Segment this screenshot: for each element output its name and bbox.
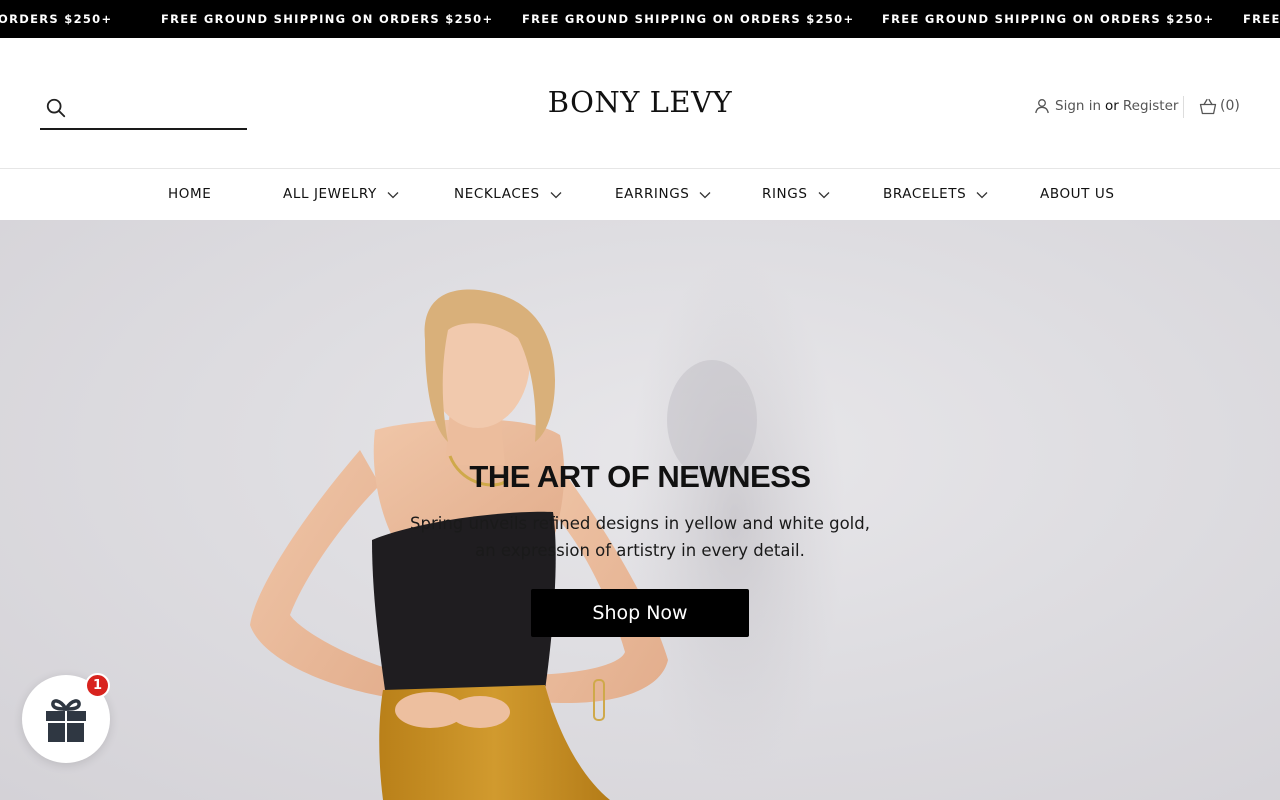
nav-item-label: EARRINGS	[615, 186, 690, 202]
nav-item-label: ABOUT US	[1040, 186, 1115, 202]
account-links: Sign in or Register	[1034, 96, 1178, 116]
cart-count: (0)	[1220, 98, 1240, 114]
register-link[interactable]: Register	[1123, 98, 1179, 114]
nav-item-all-jewelry[interactable]: ALL JEWELRY	[283, 185, 399, 203]
announcement-bar: ORDERS $250+ FREE GROUND SHIPPING ON ORD…	[0, 0, 1280, 38]
announcement-text: FREE	[1243, 12, 1280, 26]
hero-subtitle: Spring unveils refined designs in yellow…	[340, 510, 940, 564]
announcement-text: FREE GROUND SHIPPING ON ORDERS $250+	[161, 12, 494, 26]
cart-button[interactable]: (0)	[1199, 96, 1240, 116]
header-divider	[1183, 96, 1184, 118]
search-input[interactable]	[76, 94, 241, 124]
nav-item-earrings[interactable]: EARRINGS	[615, 185, 711, 203]
chevron-down-icon	[818, 192, 829, 199]
or-text: or	[1105, 98, 1119, 114]
shopping-basket-icon	[1199, 98, 1217, 114]
notification-badge: 1	[85, 673, 110, 698]
nav-item-label: HOME	[168, 186, 212, 202]
nav-item-necklaces[interactable]: NECKLACES	[454, 185, 562, 203]
shop-now-button[interactable]: Shop Now	[531, 589, 749, 637]
nav-item-bracelets[interactable]: BRACELETS	[883, 185, 988, 203]
site-logo[interactable]: BONY LEVY	[500, 84, 780, 120]
nav-item-label: ALL JEWELRY	[283, 186, 377, 202]
user-icon	[1035, 99, 1049, 114]
hero-subtitle-line: Spring unveils refined designs in yellow…	[410, 514, 870, 533]
nav-item-label: RINGS	[762, 186, 808, 202]
hero-subtitle-line: an expression of artistry in every detai…	[475, 541, 805, 560]
gift-icon	[46, 699, 86, 742]
hero-title: THE ART OF NEWNESS	[469, 459, 811, 494]
announcement-text: ORDERS $250+	[0, 12, 113, 26]
chevron-down-icon	[387, 192, 399, 199]
chevron-down-icon	[699, 192, 711, 199]
search-icon[interactable]	[45, 97, 67, 119]
chevron-down-icon	[976, 192, 988, 199]
hero-banner: THE ART OF NEWNESS Spring unveils refine…	[0, 220, 1280, 800]
nav-item-home[interactable]: HOME	[168, 185, 211, 203]
announcement-text: FREE GROUND SHIPPING ON ORDERS $250+	[882, 12, 1215, 26]
search-box[interactable]	[40, 90, 247, 130]
nav-item-about-us[interactable]: ABOUT US	[1040, 185, 1115, 203]
site-header: BONY LEVY Sign in or Register (0)	[0, 38, 1280, 169]
sign-in-link[interactable]: Sign in	[1055, 98, 1101, 114]
nav-item-rings[interactable]: RINGS	[762, 185, 830, 203]
nav-item-label: BRACELETS	[883, 186, 967, 202]
nav-item-label: NECKLACES	[454, 186, 540, 202]
main-nav: HOME ALL JEWELRY NECKLACES EARRINGS RING…	[0, 169, 1280, 220]
chevron-down-icon	[550, 192, 562, 199]
announcement-text: FREE GROUND SHIPPING ON ORDERS $250+	[522, 12, 855, 26]
